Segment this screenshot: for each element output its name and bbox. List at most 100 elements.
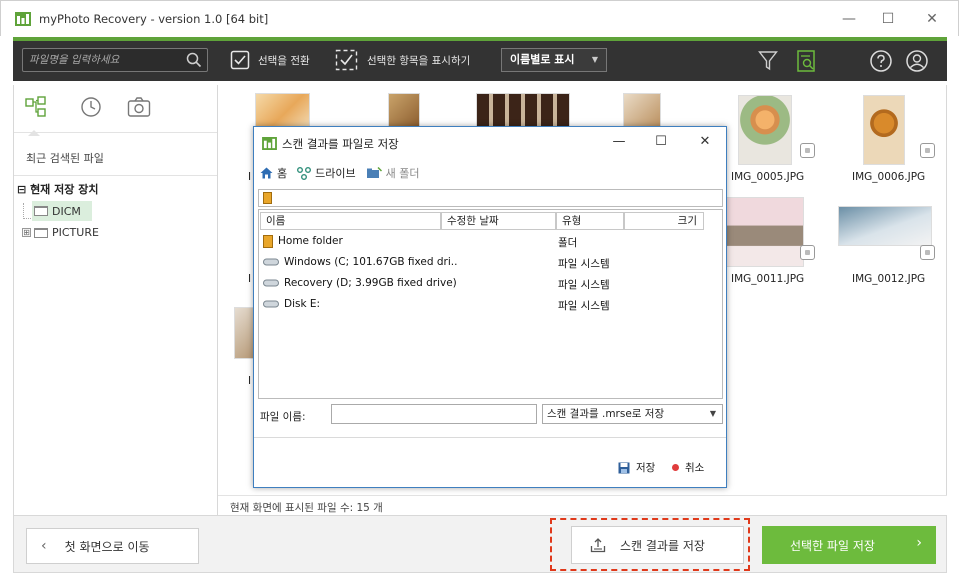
file-type: 파일 시스템 <box>558 258 610 270</box>
column-header-name[interactable]: 이름 <box>260 212 441 230</box>
select-checkbox[interactable] <box>800 143 815 158</box>
show-selected-button[interactable]: 선택한 항목을 표시하기 <box>335 47 470 73</box>
show-selected-label: 선택한 항목을 표시하기 <box>367 54 471 67</box>
sort-dropdown[interactable]: 이름별로 표시 ▼ <box>501 48 607 72</box>
photo-label-partial: I <box>248 171 252 183</box>
select-checkbox[interactable] <box>800 245 815 260</box>
column-header-type[interactable]: 유형 <box>556 212 624 230</box>
active-tab-pointer <box>28 130 40 136</box>
photo-label: IMG_0006.JPG <box>852 171 926 183</box>
nav-home-label: 홈 <box>277 167 288 180</box>
photo-thumbnail[interactable] <box>863 95 905 165</box>
dialog-minimize-button[interactable]: — <box>604 131 634 153</box>
back-to-start-button[interactable]: ‹ 첫 화면으로 이동 <box>26 528 199 564</box>
toolbar: 선택을 전환 선택한 항목을 표시하기 이름별로 표시 ▼ <box>13 37 947 81</box>
account-icon[interactable] <box>905 49 929 73</box>
photo-thumbnail[interactable] <box>738 95 792 165</box>
save-selected-files-button[interactable]: 선택한 파일 저장 › <box>762 526 936 564</box>
folder-icon <box>34 206 48 216</box>
photo-thumbnail[interactable] <box>234 307 254 359</box>
window-title: myPhoto Recovery - version 1.0 [64 bit] <box>39 12 269 26</box>
drive-icon <box>263 279 279 287</box>
folder-tree-icon[interactable] <box>25 96 47 118</box>
photo-thumbnail[interactable] <box>476 93 570 129</box>
cancel-dot-icon <box>672 464 679 471</box>
dropdown-arrow-icon: ▼ <box>709 409 716 418</box>
current-device-header[interactable]: ⊟ 현재 저장 장치 <box>17 181 98 197</box>
dashed-check-icon <box>335 49 358 71</box>
home-icon <box>260 167 273 179</box>
nav-drive-button[interactable]: 드라이브 <box>297 165 356 181</box>
file-type: 폴더 <box>558 237 578 249</box>
drive-icon <box>263 258 279 266</box>
recent-files-link[interactable]: 최근 검색된 파일 <box>26 150 104 166</box>
format-dropdown-value: 스캔 결과를 .mrse로 저장 <box>547 408 665 420</box>
tree-line <box>23 203 31 219</box>
file-name: Disk E: <box>284 298 321 310</box>
clock-icon[interactable] <box>80 96 102 118</box>
folder-icon <box>34 227 48 238</box>
folder-icon <box>263 234 273 248</box>
sidebar-tabs <box>14 85 217 136</box>
folder-label: DICM <box>52 204 81 218</box>
file-name: Home folder <box>278 235 343 247</box>
nav-new-folder-label: 새 폴더 <box>385 167 420 180</box>
preview-search-icon[interactable] <box>796 49 818 73</box>
file-row[interactable]: Home folder <box>263 232 343 250</box>
dialog-save-button[interactable]: 저장 <box>618 460 655 475</box>
file-row[interactable]: Disk E: <box>263 295 320 313</box>
column-header-size[interactable]: 크기 <box>624 212 704 230</box>
file-row[interactable]: Recovery (D; 3.99GB fixed drive) <box>263 274 457 292</box>
dialog-nav-bar: 홈 드라이브 새 폴더 <box>260 165 429 181</box>
select-checkbox[interactable] <box>920 143 935 158</box>
search-input[interactable] <box>29 51 179 69</box>
file-type: 파일 시스템 <box>558 300 610 312</box>
format-dropdown[interactable]: 스캔 결과를 .mrse로 저장 ▼ <box>542 404 723 424</box>
chevron-right-icon: › <box>916 535 922 551</box>
file-list: 이름 수정한 날짜 유형 크기 Home folder 폴더 Windows (… <box>258 209 723 399</box>
nav-home-button[interactable]: 홈 <box>260 165 287 181</box>
filter-icon[interactable] <box>758 50 778 72</box>
filename-input[interactable] <box>331 404 537 424</box>
nav-new-folder-button[interactable]: 새 폴더 <box>366 165 420 181</box>
photo-label-partial: I <box>248 375 252 387</box>
maximize-button[interactable]: ☐ <box>874 9 902 29</box>
minimize-button[interactable]: — <box>835 9 863 29</box>
photo-thumbnail[interactable] <box>838 206 932 246</box>
file-type: 파일 시스템 <box>558 279 610 291</box>
floppy-disk-icon <box>618 462 630 473</box>
invert-selection-label: 선택을 전환 <box>258 54 310 67</box>
sidebar-folder-dicm[interactable]: DICM <box>32 201 92 221</box>
app-logo-icon <box>15 12 31 26</box>
sidebar-folder-picture[interactable]: ⊞ PICTURE <box>22 226 99 239</box>
drive-network-icon <box>297 166 312 180</box>
current-device-label: 현재 저장 장치 <box>30 183 99 196</box>
dialog-save-label: 저장 <box>636 462 656 474</box>
file-name: Recovery (D; 3.99GB fixed drive) <box>284 277 457 289</box>
file-name: Windows (C; 101.67GB fixed dri.. <box>284 256 458 268</box>
bottom-bar: ‹ 첫 화면으로 이동 스캔 결과를 저장 선택한 파일 저장 › <box>13 515 947 573</box>
search-icon[interactable] <box>186 52 202 68</box>
expand-toggle-icon[interactable]: ⊞ <box>22 228 31 237</box>
invert-selection-button[interactable]: 선택을 전환 <box>230 47 310 73</box>
folder-label: PICTURE <box>52 226 99 239</box>
search-box <box>22 48 208 72</box>
column-header-modified[interactable]: 수정한 날짜 <box>441 212 556 230</box>
dialog-cancel-button[interactable]: 취소 <box>672 460 704 475</box>
photo-label: IMG_0012.JPG <box>852 273 926 285</box>
close-button[interactable]: ✕ <box>918 9 946 29</box>
save-scan-results-button[interactable]: 스캔 결과를 저장 <box>571 526 744 564</box>
dialog-maximize-button[interactable]: ☐ <box>646 131 676 153</box>
select-checkbox[interactable] <box>920 245 935 260</box>
help-icon[interactable] <box>869 49 893 73</box>
folder-icon <box>263 192 272 204</box>
path-bar[interactable] <box>258 189 723 207</box>
save-selected-files-label: 선택한 파일 저장 <box>790 538 875 553</box>
app-logo-icon <box>262 137 277 150</box>
new-folder-icon <box>366 167 382 178</box>
photo-thumbnail[interactable] <box>726 197 804 267</box>
camera-icon[interactable] <box>127 96 151 118</box>
dialog-close-button[interactable]: ✕ <box>690 131 720 153</box>
collapse-toggle-icon[interactable]: ⊟ <box>17 183 26 196</box>
file-row[interactable]: Windows (C; 101.67GB fixed dri.. <box>263 253 457 271</box>
